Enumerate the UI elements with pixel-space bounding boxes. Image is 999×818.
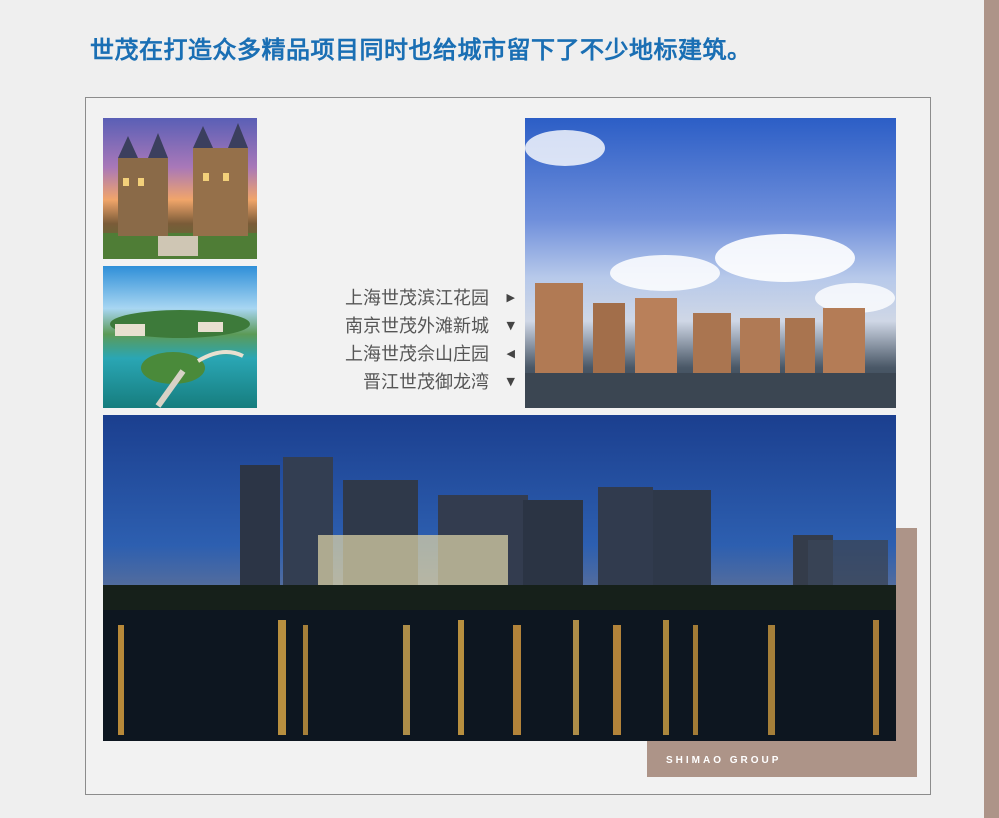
arrow-left-icon: ◀: [506, 346, 515, 360]
project-label: 上海世茂滨江花园: [345, 288, 489, 309]
skyline-day-photo: [525, 118, 896, 408]
arrow-down-icon: ▼: [506, 374, 515, 388]
page-title: 世茂在打造众多精品项目同时也给城市留下了不少地标建筑。: [90, 36, 752, 64]
right-accent-strip: [984, 0, 999, 818]
project-item-2[interactable]: 南京世茂外滩新城 ▼: [280, 311, 515, 339]
arrow-right-icon: ▶: [506, 290, 515, 304]
arrow-down-icon: ▼: [506, 318, 515, 332]
night-skyline-photo: [103, 415, 896, 741]
lake-photo: [103, 266, 257, 408]
project-label: 上海世茂佘山庄园: [345, 344, 489, 365]
page: 世茂在打造众多精品项目同时也给城市留下了不少地标建筑。 上海世茂滨江花园 ▶ 南…: [0, 0, 999, 818]
project-item-1[interactable]: 上海世茂滨江花园 ▶: [280, 283, 515, 311]
project-label: 南京世茂外滩新城: [345, 316, 489, 337]
brand-label: SHIMAO GROUP: [666, 755, 782, 766]
project-label: 晋江世茂御龙湾: [363, 372, 489, 393]
project-item-4[interactable]: 晋江世茂御龙湾 ▼: [280, 367, 515, 395]
castle-photo: [103, 118, 257, 259]
project-list: 上海世茂滨江花园 ▶ 南京世茂外滩新城 ▼ 上海世茂佘山庄园 ◀ 晋江世茂御龙湾…: [280, 283, 515, 395]
project-item-3[interactable]: 上海世茂佘山庄园 ◀: [280, 339, 515, 367]
